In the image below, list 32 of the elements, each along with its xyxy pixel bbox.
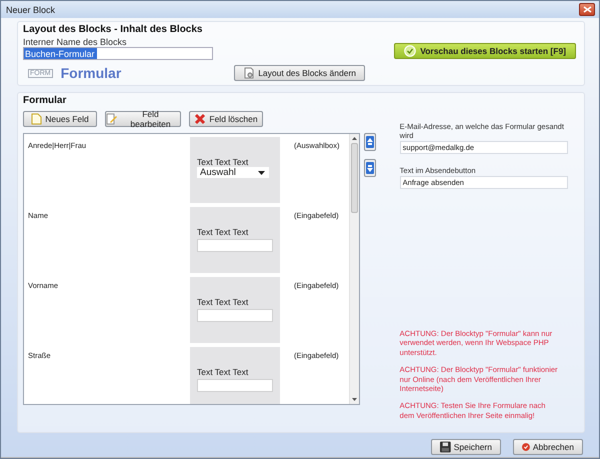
scroll-thumb[interactable] — [351, 143, 358, 213]
scroll-up-icon — [352, 137, 357, 140]
preview-label: Text Text Text — [197, 157, 250, 167]
toolbar-button[interactable]: Feld löschen — [189, 111, 263, 127]
checkmark-icon — [404, 45, 416, 57]
field-label: Interner Name des Blocks — [23, 37, 128, 47]
caret-icon — [258, 170, 265, 174]
group-title: Layout des Blocks - Inhalt des Blocks — [23, 24, 204, 35]
layout-button[interactable]: Layout des Blocks ändern — [234, 65, 365, 81]
block-type-name: Formular — [60, 65, 122, 81]
preview-button[interactable]: Vorschau dieses Blocks starten [F9] — [394, 43, 576, 59]
toolbar-button[interactable]: Feld bearbeiten — [105, 111, 181, 127]
delete-icon — [194, 113, 206, 125]
window-title: Neuer Block — [6, 4, 56, 14]
close-button[interactable] — [579, 3, 595, 16]
scrollbar[interactable] — [349, 134, 359, 404]
preview-label: Text Text Text — [197, 297, 250, 307]
save-button[interactable]: Speichern — [431, 439, 501, 455]
preview-label: Text Text Text — [197, 227, 250, 237]
move-up-button[interactable] — [364, 133, 376, 151]
pencil-icon — [106, 113, 118, 125]
toolbar-button[interactable]: Neues Feld — [23, 111, 97, 127]
scroll-down-icon — [352, 398, 357, 401]
cancel-icon — [522, 441, 530, 453]
close-icon — [582, 6, 592, 13]
cancel-button[interactable]: Abbrechen — [513, 439, 583, 455]
move-down-button[interactable] — [364, 159, 376, 177]
page-icon — [31, 113, 42, 125]
name-field[interactable]: Buchen-Formular — [23, 47, 213, 60]
group-title: Formular — [23, 95, 68, 106]
document-icon — [243, 67, 256, 79]
preview-label: Text Text Text — [197, 367, 250, 377]
